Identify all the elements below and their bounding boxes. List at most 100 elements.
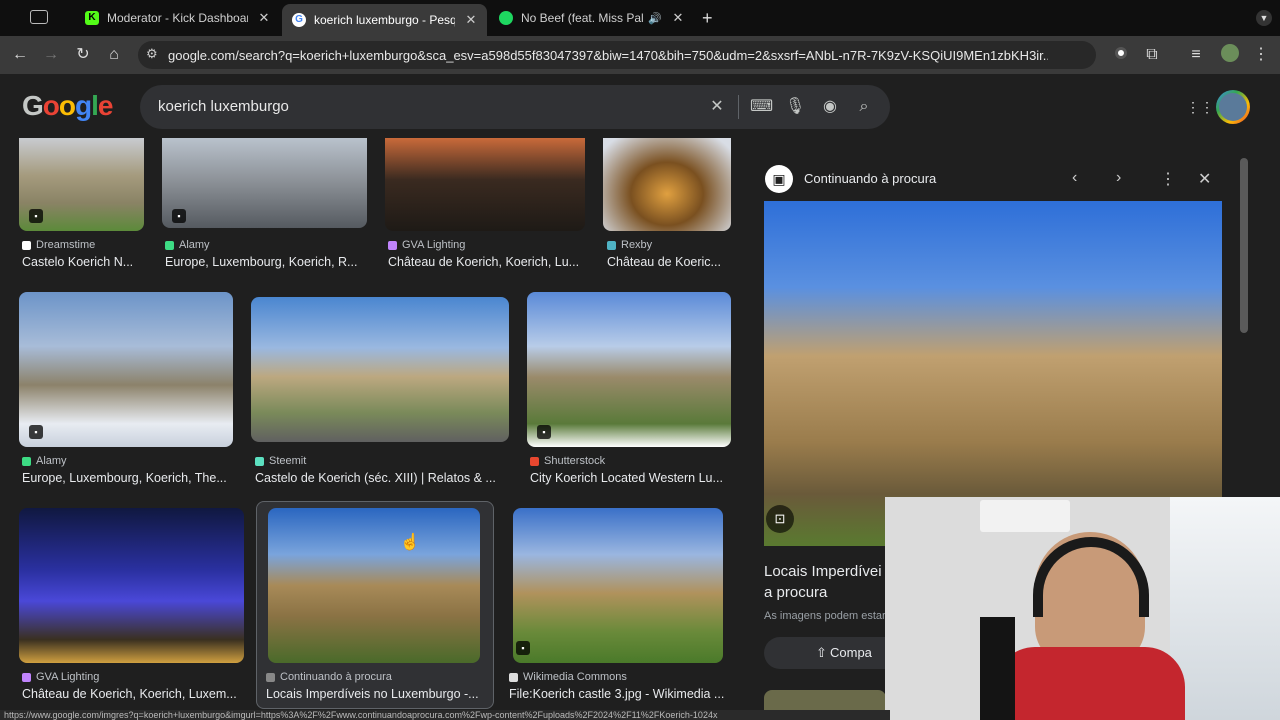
tab-kick[interactable]: K Moderator - Kick Dashboard ✕ [75, 4, 280, 32]
panel-note: As imagens podem estar s [764, 610, 895, 622]
result-source: Dreamstime [22, 239, 95, 251]
source-icon [255, 456, 264, 466]
source-icon [530, 456, 539, 466]
camera-icon[interactable]: ◉ [820, 97, 840, 117]
result-source: Alamy [22, 455, 67, 467]
image-badge-icon: ▪ [172, 209, 186, 223]
result-image[interactable] [385, 138, 585, 231]
google-icon: G [292, 13, 306, 27]
chevron-down-icon[interactable]: ▼ [1256, 10, 1272, 26]
image-badge-icon: ▪ [29, 425, 43, 439]
result-title[interactable]: Castelo Koerich N... [22, 255, 147, 269]
result-title[interactable]: Europe, Luxembourg, Koerich, The... [22, 471, 236, 485]
new-tab-button[interactable]: + [702, 8, 713, 29]
previous-icon[interactable]: ‹ [1072, 169, 1077, 187]
tab-label: koerich luxemburgo - Pesquisa [314, 13, 455, 27]
result-title[interactable]: Locais Imperdíveis no Luxemburgo -... [266, 687, 486, 701]
tab-strip: K Moderator - Kick Dashboard ✕ G koerich… [0, 0, 1280, 36]
search-bar[interactable]: koerich luxemburgo ✕ ⌨ 🎙 ◉ ⌕ [140, 85, 890, 129]
result-source: Rexby [607, 239, 652, 251]
address-bar[interactable]: ⚙ google.com/search?q=koerich+luxemburgo… [138, 41, 1096, 69]
lens-icon[interactable]: ⊡ [766, 505, 794, 533]
result-source: Alamy [165, 239, 210, 251]
result-source: Shutterstock [530, 455, 605, 467]
profile-avatar[interactable] [1219, 44, 1241, 66]
image-badge-icon: ▪ [537, 425, 551, 439]
scrollbar[interactable] [1240, 158, 1248, 333]
mic-icon[interactable]: 🎙 [785, 97, 805, 117]
panel-title[interactable]: Locais Imperdívei [764, 563, 882, 580]
apps-icon[interactable]: ⋮⋮ [1186, 99, 1214, 115]
window-light [1170, 497, 1280, 720]
preview-image[interactable] [764, 201, 1222, 546]
result-title[interactable]: Europe, Luxembourg, Koerich, R... [165, 255, 370, 269]
more-options-icon[interactable]: ⋮ [1160, 169, 1176, 189]
result-source: GVA Lighting [388, 239, 465, 251]
close-icon[interactable]: ✕ [1198, 169, 1211, 189]
result-title[interactable]: Château de Koerich, Koerich, Lu... [388, 255, 588, 269]
tab-spotify[interactable]: No Beef (feat. Miss Palmer) 🔊 ✕ [489, 4, 694, 32]
forward-icon[interactable]: → [40, 44, 62, 66]
google-logo[interactable]: Google [22, 90, 113, 122]
result-image[interactable] [162, 138, 367, 228]
result-image[interactable] [527, 292, 731, 447]
media-icon[interactable]: ≡ [1185, 44, 1207, 66]
next-icon[interactable]: › [1116, 169, 1121, 187]
account-avatar[interactable] [1216, 90, 1250, 124]
result-image[interactable] [251, 297, 509, 442]
tab-label: Moderator - Kick Dashboard [107, 11, 248, 25]
tab-label: No Beef (feat. Miss Palmer) [521, 11, 644, 25]
search-icon[interactable]: ⌕ [854, 97, 874, 117]
mouse-cursor-icon: ☝ [400, 534, 420, 551]
home-icon[interactable]: ⌂ [103, 44, 125, 66]
panel-title-line2[interactable]: a procura [764, 584, 827, 601]
result-title[interactable]: Château de Koerich, Koerich, Luxem... [22, 687, 247, 701]
result-image[interactable] [603, 138, 731, 231]
status-url: https://www.google.com/imgres?q=koerich+… [0, 710, 890, 720]
tab-search-icon[interactable] [30, 10, 48, 24]
site-info-icon[interactable]: ⚙ [146, 46, 158, 62]
result-title[interactable]: Castelo de Koerich (séc. XIII) | Relatos… [255, 471, 513, 485]
extensions-icon[interactable]: ⧉ [1141, 44, 1163, 66]
site-favicon: ▣ [765, 165, 793, 193]
spotify-icon [499, 11, 513, 25]
result-image[interactable] [19, 292, 233, 447]
result-title[interactable]: City Koerich Located Western Lu... [530, 471, 730, 485]
close-icon[interactable]: ✕ [463, 12, 479, 28]
share-button[interactable]: ⇧ Compa [764, 637, 904, 669]
air-conditioner [980, 500, 1070, 532]
tab-google[interactable]: G koerich luxemburgo - Pesquisa ✕ [282, 4, 487, 36]
reload-icon[interactable]: ↻ [72, 44, 94, 66]
menu-icon[interactable]: ⋮ [1250, 44, 1272, 66]
keyboard-icon[interactable]: ⌨ [750, 97, 773, 117]
result-image[interactable] [513, 508, 723, 663]
result-image[interactable] [19, 508, 244, 663]
divider [738, 95, 739, 119]
search-input[interactable]: koerich luxemburgo [158, 98, 289, 115]
result-image[interactable] [268, 508, 480, 663]
image-badge-icon: ▪ [29, 209, 43, 223]
result-title[interactable]: Château de Koeric... [607, 255, 731, 269]
record-icon[interactable] [1110, 44, 1132, 66]
result-title[interactable]: File:Koerich castle 3.jpg - Wikimedia ..… [509, 687, 729, 701]
source-icon [22, 672, 31, 682]
source-icon [509, 672, 518, 682]
source-icon [22, 240, 31, 250]
clear-icon[interactable]: ✕ [707, 97, 727, 117]
panel-site-name: Continuando à procura [804, 171, 937, 186]
result-source: Continuando à procura [266, 671, 392, 683]
share-icon: ⇧ [816, 645, 827, 660]
close-icon[interactable]: ✕ [256, 10, 272, 26]
kick-icon: K [85, 11, 99, 25]
gaming-chair [980, 617, 1015, 720]
source-icon [388, 240, 397, 250]
source-icon [266, 672, 275, 682]
red-shirt [995, 647, 1185, 720]
result-source: Steemit [255, 455, 306, 467]
close-icon[interactable]: ✕ [670, 10, 686, 26]
source-icon [607, 240, 616, 250]
back-icon[interactable]: ← [9, 44, 31, 66]
source-icon [165, 240, 174, 250]
result-source: Wikimedia Commons [509, 671, 627, 683]
speaker-icon[interactable]: 🔊 [648, 12, 662, 25]
